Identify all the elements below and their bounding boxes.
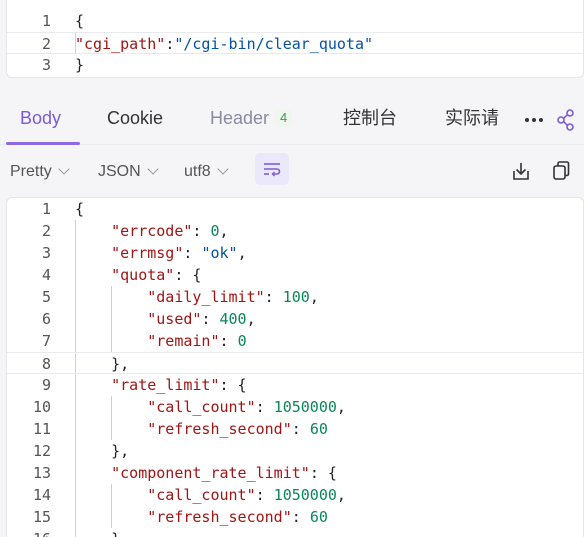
code-text: { [75,200,85,218]
copy-button[interactable] [550,152,574,192]
line-number: 10 [32,398,51,416]
share-icon [557,109,574,131]
code-text: "call_count": 1050000, [147,486,346,504]
code-line: 6 "used": 400, [7,308,583,330]
code-text: "rate_limit": { [111,376,247,394]
code-text: } [75,528,120,537]
line-number: 7 [41,332,51,350]
tab-actual-request[interactable]: 实际请 [445,96,500,144]
response-body-viewer[interactable]: 1{2 "errcode": 0, 3 "errmsg": "ok", 4 "quo… [6,197,584,537]
response-tabs: Body Cookie Header 4 控制台 实际请 [0,96,584,144]
code-line: 7 "remain": 0 [7,330,583,352]
code-line: 10 "call_count": 1050000, [7,396,583,418]
more-tabs-button[interactable] [524,96,546,144]
line-number: 6 [41,310,51,328]
tabs-divider [0,144,584,145]
request-body-editor[interactable]: 1{2 "cgi_path":"/cgi-bin/clear_quota" 3} [6,0,584,78]
line-number: 13 [32,464,51,482]
code-text: "remain": 0 [147,332,247,350]
code-line: 1{ [7,198,583,220]
line-number: 2 [41,222,51,240]
header-count-badge: 4 [275,109,293,127]
tab-header[interactable]: Header 4 [210,96,293,144]
line-number: 11 [32,420,51,438]
download-icon [513,163,529,180]
code-line: 4 "quota": { [7,264,583,286]
code-text: "errmsg": "ok", [111,244,247,262]
code-line: 5 "daily_limit": 100, [7,286,583,308]
line-number: 3 [41,244,51,262]
tab-console[interactable]: 控制台 [343,96,397,144]
code-text: "quota": { [111,266,202,284]
chevron-down-icon [58,163,70,175]
line-number: 3 [41,56,51,74]
wrap-lines-button[interactable] [255,153,289,185]
chevron-down-icon [147,163,159,175]
code-text: "cgi_path":"/cgi-bin/clear_quota" [75,35,374,53]
line-number: 12 [32,442,51,460]
line-number: 1 [41,12,51,30]
line-number: 1 [41,200,51,218]
line-number: 8 [41,355,51,373]
line-number: 5 [41,288,51,306]
code-line: 2 "cgi_path":"/cgi-bin/clear_quota" [7,32,583,54]
ellipsis-icon [525,118,543,122]
line-number: 2 [41,35,51,53]
code-line: 15 "refresh_second": 60 [7,506,583,528]
tab-body[interactable]: Body [20,96,61,144]
code-line: 12 }, [7,440,583,462]
code-text: "errcode": 0, [111,222,229,240]
code-text: { [75,12,85,30]
code-line: 16 } [7,528,583,537]
wrap-lines-icon [264,163,281,177]
code-text: "refresh_second": 60 [147,420,328,438]
code-line: 3} [7,54,583,76]
download-button[interactable] [510,152,534,192]
code-text: "used": 400, [147,310,256,328]
tab-cookie[interactable]: Cookie [107,96,163,144]
code-line: 8 }, [7,352,583,374]
format-select[interactable]: Pretty [10,152,70,192]
code-line: 14 "call_count": 1050000, [7,484,583,506]
code-line: 9 "rate_limit": { [7,374,583,396]
code-text: "call_count": 1050000, [147,398,346,416]
share-button[interactable] [555,96,584,144]
line-number: 4 [41,266,51,284]
code-text: "daily_limit": 100, [147,288,319,306]
code-text: }, [75,355,130,373]
code-text: } [75,56,85,74]
code-text: "refresh_second": 60 [147,508,328,526]
type-select[interactable]: JSON [98,152,159,192]
active-tab-indicator [6,142,80,145]
code-line: 11 "refresh_second": 60 [7,418,583,440]
code-line: 13 "component_rate_limit": { [7,462,583,484]
encoding-select[interactable]: utf8 [184,152,229,192]
line-number: 14 [32,486,51,504]
code-text: }, [75,442,130,460]
chevron-down-icon [217,163,229,175]
code-line: 2 "errcode": 0, [7,220,583,242]
code-text: "component_rate_limit": { [111,464,337,482]
line-number: 15 [32,508,51,526]
code-line: 3 "errmsg": "ok", [7,242,583,264]
line-number: 16 [7,528,51,537]
code-line: 1{ [7,10,583,32]
line-number: 9 [41,376,51,394]
response-toolbar: Pretty JSON utf8 [0,152,584,192]
copy-icon [553,161,570,180]
